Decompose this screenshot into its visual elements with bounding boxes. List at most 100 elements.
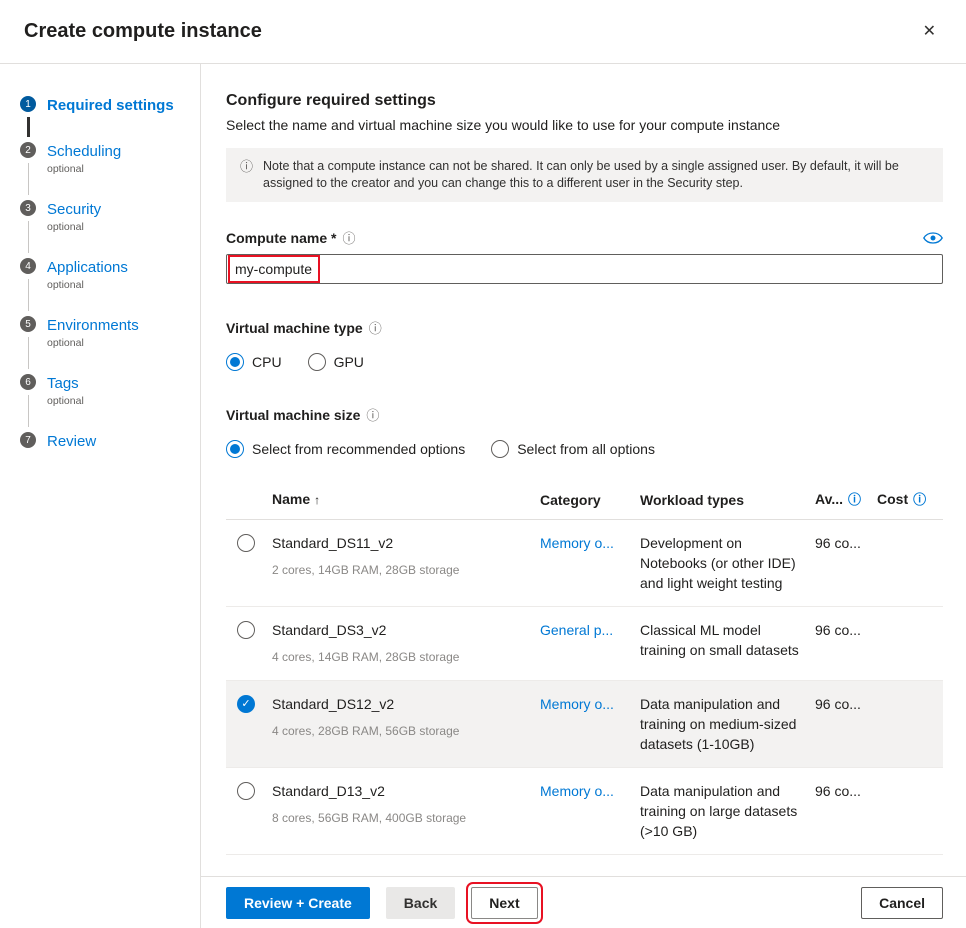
step-label[interactable]: Security — [47, 200, 101, 219]
step-connector — [27, 117, 30, 137]
table-header-row: Name↑ Category Workload types Av... ⓘ Cos… — [226, 480, 943, 520]
vm-name: Standard_DS11_v2 — [272, 533, 530, 553]
info-banner: ⓘ Note that a compute instance can not b… — [226, 148, 943, 202]
stepper-step-environments[interactable]: 5 Environmentsoptional — [20, 316, 192, 374]
step-number-badge: 7 — [20, 432, 36, 448]
dialog-title: Create compute instance — [24, 20, 262, 43]
stepper-step-review[interactable]: 7 Review — [20, 432, 192, 451]
stepper-step-scheduling[interactable]: 2 Scheduling optional — [20, 142, 192, 200]
eye-icon[interactable] — [923, 231, 943, 245]
column-header-workload-types[interactable]: Workload types — [640, 490, 815, 510]
cost-info-icon[interactable]: ⓘ — [913, 492, 926, 507]
step-number-badge: 5 — [20, 316, 36, 332]
stepper-step-security[interactable]: 3 Security optional — [20, 200, 192, 258]
radio-icon — [308, 353, 326, 371]
vm-type-gpu-radio[interactable]: GPU — [308, 353, 364, 371]
stepper-step-tags[interactable]: 6 Tags optional — [20, 374, 192, 432]
column-header-category[interactable]: Category — [540, 490, 640, 510]
compute-name-info-icon[interactable]: ⓘ — [342, 228, 355, 247]
table-row[interactable]: Standard_D13_v2 8 cores, 56GB RAM, 400GB… — [226, 768, 943, 855]
step-number-badge: 6 — [20, 374, 36, 390]
step-label[interactable]: Environments — [47, 316, 139, 335]
section-subheading: Select the name and virtual machine size… — [226, 117, 943, 133]
review-create-button[interactable]: Review + Create — [226, 887, 370, 919]
row-radio-icon[interactable] — [237, 782, 255, 800]
vm-specs: 4 cores, 14GB RAM, 28GB storage — [272, 647, 530, 667]
category-link[interactable]: General p... — [540, 622, 613, 638]
step-label[interactable]: Review — [47, 432, 96, 451]
step-optional-label: optional — [47, 163, 121, 176]
table-row[interactable]: Standard_DS3_v2 4 cores, 14GB RAM, 28GB … — [226, 607, 943, 681]
step-connector — [28, 163, 29, 195]
cancel-button[interactable]: Cancel — [861, 887, 943, 919]
compute-name-input-wrap — [226, 254, 943, 284]
radio-icon — [226, 440, 244, 458]
next-button[interactable]: Next — [471, 887, 537, 919]
step-connector — [28, 279, 29, 311]
table-row-selected[interactable]: ✓ Standard_DS12_v2 4 cores, 28GB RAM, 56… — [226, 681, 943, 768]
vm-size-label-row: Virtual machine size ⓘ — [226, 405, 943, 424]
category-link[interactable]: Memory o... — [540, 783, 614, 799]
vm-size-all-options-radio[interactable]: Select from all options — [491, 440, 655, 458]
stepper-step-required-settings[interactable]: 1 Required settings — [20, 96, 192, 142]
category-link[interactable]: Memory o... — [540, 535, 614, 551]
vm-specs: 8 cores, 56GB RAM, 400GB storage — [272, 808, 530, 828]
vm-size-radio-group: Select from recommended options Select f… — [226, 440, 943, 458]
stepper-step-applications[interactable]: 4 Applicationsoptional — [20, 258, 192, 316]
header-radio-cell — [226, 499, 272, 500]
column-header-available[interactable]: Av... ⓘ — [815, 489, 877, 510]
main-content: Configure required settings Select the n… — [201, 64, 966, 876]
workload-types-text: Development on Notebooks (or other IDE) … — [640, 533, 815, 593]
dialog-header: Create compute instance ✕ — [0, 0, 966, 64]
radio-label: Select from recommended options — [252, 441, 465, 457]
column-header-cost[interactable]: Costⓘ — [877, 489, 943, 510]
radio-label: GPU — [334, 354, 364, 370]
create-compute-instance-dialog: Create compute instance ✕ 1 Required set… — [0, 0, 966, 928]
vm-name: Standard_DS12_v2 — [272, 694, 530, 714]
compute-name-label-row: Compute name * ⓘ — [226, 228, 943, 247]
step-optional-label: optional — [47, 395, 84, 408]
step-label[interactable]: Applications — [47, 258, 128, 277]
vm-size-recommended-radio[interactable]: Select from recommended options — [226, 440, 465, 458]
vm-size-label: Virtual machine size — [226, 407, 360, 423]
vm-type-cpu-radio[interactable]: CPU — [226, 353, 282, 371]
step-number-badge: 2 — [20, 142, 36, 158]
vm-type-info-icon[interactable]: ⓘ — [369, 318, 382, 337]
column-header-name[interactable]: Name↑ — [272, 489, 540, 510]
available-quota-text: 96 co... — [815, 620, 877, 640]
step-optional-label: optional — [47, 221, 101, 234]
step-label[interactable]: Tags — [47, 374, 84, 393]
step-label[interactable]: Required settings — [47, 96, 174, 115]
radio-icon — [226, 353, 244, 371]
column-header-label: Av... — [815, 491, 843, 507]
available-quota-text: 96 co... — [815, 533, 877, 553]
back-button[interactable]: Back — [386, 887, 455, 919]
close-icon[interactable]: ✕ — [917, 20, 942, 44]
row-radio-icon[interactable] — [237, 621, 255, 639]
vm-specs: 4 cores, 28GB RAM, 56GB storage — [272, 721, 530, 741]
main-panel: Configure required settings Select the n… — [201, 64, 966, 928]
vm-size-table: Name↑ Category Workload types Av... ⓘ Cos… — [226, 480, 943, 855]
workload-types-text: Classical ML model training on small dat… — [640, 620, 815, 660]
compute-name-input[interactable] — [226, 254, 943, 284]
info-banner-text: Note that a compute instance can not be … — [263, 158, 929, 192]
vm-size-info-icon[interactable]: ⓘ — [366, 405, 379, 424]
step-connector — [28, 221, 29, 253]
vm-specs: 2 cores, 14GB RAM, 28GB storage — [272, 560, 530, 580]
vm-name: Standard_D13_v2 — [272, 781, 530, 801]
dialog-body: 1 Required settings 2 Scheduling optional… — [0, 64, 966, 928]
row-radio-icon[interactable] — [237, 534, 255, 552]
table-row[interactable]: Standard_DS11_v2 2 cores, 14GB RAM, 28GB… — [226, 520, 943, 607]
step-number-badge: 3 — [20, 200, 36, 216]
vm-type-label: Virtual machine type — [226, 320, 363, 336]
step-label[interactable]: Scheduling — [47, 142, 121, 161]
selected-check-icon[interactable]: ✓ — [237, 695, 255, 713]
available-quota-text: 96 co... — [815, 694, 877, 714]
category-link[interactable]: Memory o... — [540, 696, 614, 712]
step-optional-label: optional — [47, 279, 128, 292]
workload-types-text: Data manipulation and training on medium… — [640, 694, 815, 754]
step-connector — [28, 337, 29, 369]
workload-types-text: Data manipulation and training on large … — [640, 781, 815, 841]
section-heading: Configure required settings — [226, 92, 943, 110]
available-info-icon[interactable]: ⓘ — [848, 492, 861, 507]
